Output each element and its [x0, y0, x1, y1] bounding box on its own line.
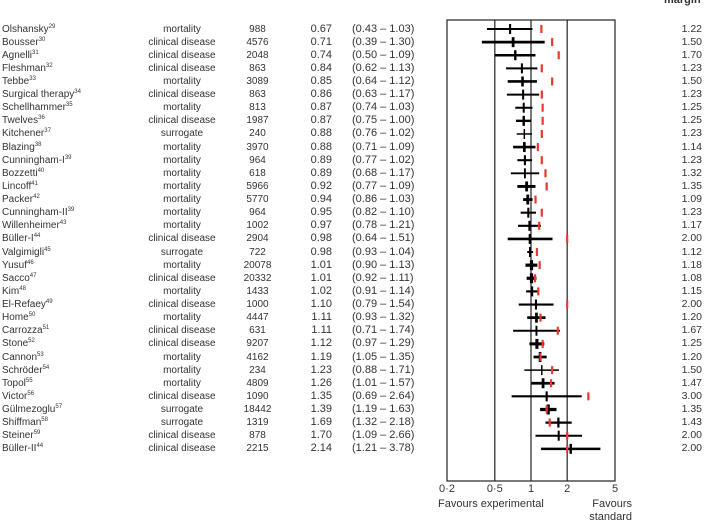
- x-tick-label: 2: [564, 483, 571, 495]
- x-tick-label: 0·5: [486, 483, 503, 495]
- forest-plot: [446, 19, 616, 482]
- x-tick-label: 1: [527, 483, 535, 495]
- favours-experimental-label: Favours experimental: [438, 498, 544, 510]
- favours-standard-label: Favours standard: [589, 498, 632, 523]
- x-tick-label: 5: [611, 483, 619, 495]
- x-tick-label: 0·2: [439, 483, 455, 495]
